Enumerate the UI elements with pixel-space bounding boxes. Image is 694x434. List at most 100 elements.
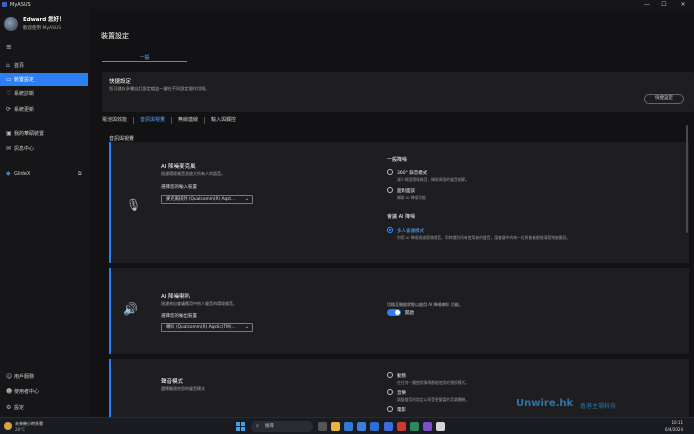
sound-mode-desc: 選擇最適合您的聲音模式	[161, 386, 205, 391]
office-icon[interactable]	[397, 422, 406, 431]
sidebar-item-label: 系統診斷	[14, 91, 35, 97]
task-view-icon[interactable]	[318, 422, 327, 431]
clock-date[interactable]: 6/4/2024	[643, 427, 683, 432]
clock-time[interactable]: 10:11	[643, 420, 683, 425]
weather-temp: 28°C	[15, 427, 25, 432]
subtab-input[interactable]: 輸入與觸控	[205, 117, 242, 124]
user-profile[interactable]: Edward 您好！ 歡迎使用 MyASUS	[4, 15, 65, 31]
chrome-icon[interactable]	[436, 422, 445, 431]
maximize-button[interactable]: ☐	[657, 0, 671, 9]
taskbar-search[interactable]: ⌕ 搜尋	[251, 421, 313, 432]
ai-mic-card: 🎙 AI 降噪麥克風 過濾環境噪音並放大所有人的語音。 選擇您的輸入裝置 麥克風…	[109, 142, 689, 263]
close-button[interactable]: ✕	[676, 0, 690, 9]
sidebar-item-label: 首頁	[14, 63, 25, 69]
radio-music-label: 音樂	[397, 391, 406, 396]
myasus-window: MyASUS — ☐ ✕ Edward 您好！ 歡迎使用 MyASUS ≡ ⌂ 首…	[0, 0, 694, 417]
subtab-battery[interactable]: 電池與效能	[102, 117, 135, 124]
sound-mode-title: 聲音模式	[161, 379, 184, 385]
sidebar-item-glidex[interactable]: ◈ GlideX ⧉	[0, 167, 88, 180]
store-icon[interactable]	[357, 422, 366, 431]
app-icon-purple[interactable]	[423, 422, 432, 431]
watermark-brand: Unwire.hk	[516, 398, 574, 409]
sidebar-item-update[interactable]: ⟳ 系統更新	[0, 103, 88, 116]
device-icon: ▭	[6, 76, 12, 83]
quick-settings-desc: 您可儲存多種自訂設定檔並一鍵在不同設定間作切換。	[109, 86, 210, 91]
app-icon-green[interactable]	[410, 422, 419, 431]
search-icon: ⌕	[256, 423, 259, 429]
sidebar-item-label: GlideX	[14, 170, 31, 177]
sidebar-item-my-devices[interactable]: ▣ 我的華碩裝置	[0, 127, 88, 140]
title-bar: MyASUS — ☐ ✕	[0, 0, 694, 9]
menu-icon[interactable]: ≡	[6, 43, 12, 51]
file-explorer-icon[interactable]	[331, 422, 340, 431]
ai-speaker-desc: 過濾來自會議應用中他人聲音的環境噪音。	[161, 301, 237, 306]
sidebar-item-label: 裝置設定	[14, 77, 35, 83]
radio-face-label: 面對面談	[397, 189, 415, 194]
myasus-taskbar-icon[interactable]	[384, 422, 393, 431]
sidebar-item-label: 設定	[14, 405, 25, 411]
chevron-down-icon: ⌄	[244, 196, 249, 202]
ai-speaker-title: AI 降噪喇叭	[161, 294, 191, 300]
radio-dynamic-label: 動態	[397, 374, 406, 379]
start-icon[interactable]	[236, 422, 245, 431]
radio-dynamic[interactable]	[387, 372, 393, 378]
sidebar-item-service[interactable]: ☺ 用戶服務	[0, 370, 88, 383]
sidebar-item-label: 用戶服務	[14, 374, 35, 380]
user-subtitle: 歡迎使用 MyASUS	[23, 26, 62, 31]
ai-speaker-toggle[interactable]	[387, 309, 401, 316]
output-device-select[interactable]: 喇叭 (Qualcomm(R) Aqstic(TM)... ⌄	[161, 323, 253, 332]
user-name: Edward 您好！	[23, 17, 65, 23]
meeting-noise-title: 會議 AI 降噪	[387, 214, 416, 220]
sidebar-item-label: 使用者中心	[14, 389, 40, 395]
page-title: 裝置設定	[101, 32, 129, 40]
taskbar: 未來幾小時多雲 28°C ⌕ 搜尋 10:11 6/4/2024	[0, 417, 694, 434]
radio-360[interactable]	[387, 169, 393, 175]
sidebar-item-messages[interactable]: ✉ 訊息中心	[0, 142, 88, 155]
tab-general[interactable]: 一般	[102, 54, 187, 61]
input-device-label: 選擇您的輸入裝置	[161, 185, 197, 190]
settings-icon: ⚙	[6, 404, 12, 411]
output-device-label: 選擇您的輸出裝置	[161, 314, 197, 319]
quick-settings-button[interactable]: 快捷設定	[644, 94, 684, 104]
sidebar-item-user-center[interactable]: ☻ 使用者中心	[0, 385, 88, 398]
service-icon: ☺	[6, 373, 13, 380]
sidebar-item-diagnosis[interactable]: ♡ 系統診斷	[0, 87, 88, 100]
radio-movie[interactable]	[387, 406, 393, 412]
general-noise-title: 一般降噪	[387, 157, 408, 163]
diagnosis-icon: ♡	[6, 90, 12, 97]
home-icon: ⌂	[6, 62, 10, 69]
minimize-button[interactable]: —	[640, 0, 654, 9]
sidebar-item-home[interactable]: ⌂ 首頁	[0, 59, 88, 72]
mail-icon[interactable]	[370, 422, 379, 431]
tab-indicator	[102, 61, 187, 62]
taskbar-search-label: 搜尋	[265, 424, 274, 429]
scrollbar[interactable]	[686, 125, 688, 233]
radio-face-to-face[interactable]	[387, 187, 393, 193]
sidebar-item-label: 我的華碩裝置	[14, 131, 45, 137]
radio-dynamic-desc: 在任何一種使用情境都能使用的預設模式。	[397, 380, 470, 385]
radio-multi-label: 多人會議模式	[397, 229, 424, 234]
section-title: 音訊與視覺	[109, 136, 135, 142]
message-icon: ✉	[6, 145, 12, 152]
radio-music[interactable]	[387, 389, 393, 395]
weather-icon[interactable]	[4, 422, 12, 430]
watermark-tag: 香港主場科技	[580, 403, 617, 410]
radio-music-desc: 調整聲音的設定以享受更豐富的音樂體驗。	[397, 397, 470, 402]
radio-360-desc: 減少周圍環境噪音，擷取周圍的聲音細節。	[397, 177, 470, 182]
main-content: 裝置設定 一般 快捷設定 您可儲存多種自訂設定檔並一鍵在不同設定間作切換。 快捷…	[90, 9, 694, 417]
edge-icon[interactable]	[344, 422, 353, 431]
sidebar: Edward 您好！ 歡迎使用 MyASUS ≡ ⌂ 首頁 ▭ 裝置設定 ♡ 系統診斷…	[0, 9, 90, 417]
input-device-value: 麥克風排列 (Qualcomm(R) Aqst...	[166, 197, 236, 202]
sidebar-item-settings[interactable]: ⚙ 設定	[0, 401, 88, 414]
ai-mic-title: AI 降噪麥克風	[161, 164, 196, 170]
user-center-icon: ☻	[6, 388, 13, 395]
subtab-audio-visual[interactable]: 音訊與視覺	[134, 117, 173, 124]
app-title: MyASUS	[10, 1, 31, 8]
sidebar-item-device-settings[interactable]: ▭ 裝置設定	[0, 73, 88, 86]
radio-multi-desc: 利用 AI 降噪過濾環境噪音，同時識別所有使用者的聲音，讓會議中的每一位與會者都…	[397, 235, 571, 240]
subtab-wireless[interactable]: 無線連線	[172, 117, 206, 124]
glidex-icon: ◈	[6, 170, 11, 177]
radio-multi-person[interactable]	[387, 227, 393, 233]
input-device-select[interactable]: 麥克風排列 (Qualcomm(R) Aqst... ⌄	[161, 195, 253, 204]
microphone-icon: 🎙	[126, 198, 142, 212]
